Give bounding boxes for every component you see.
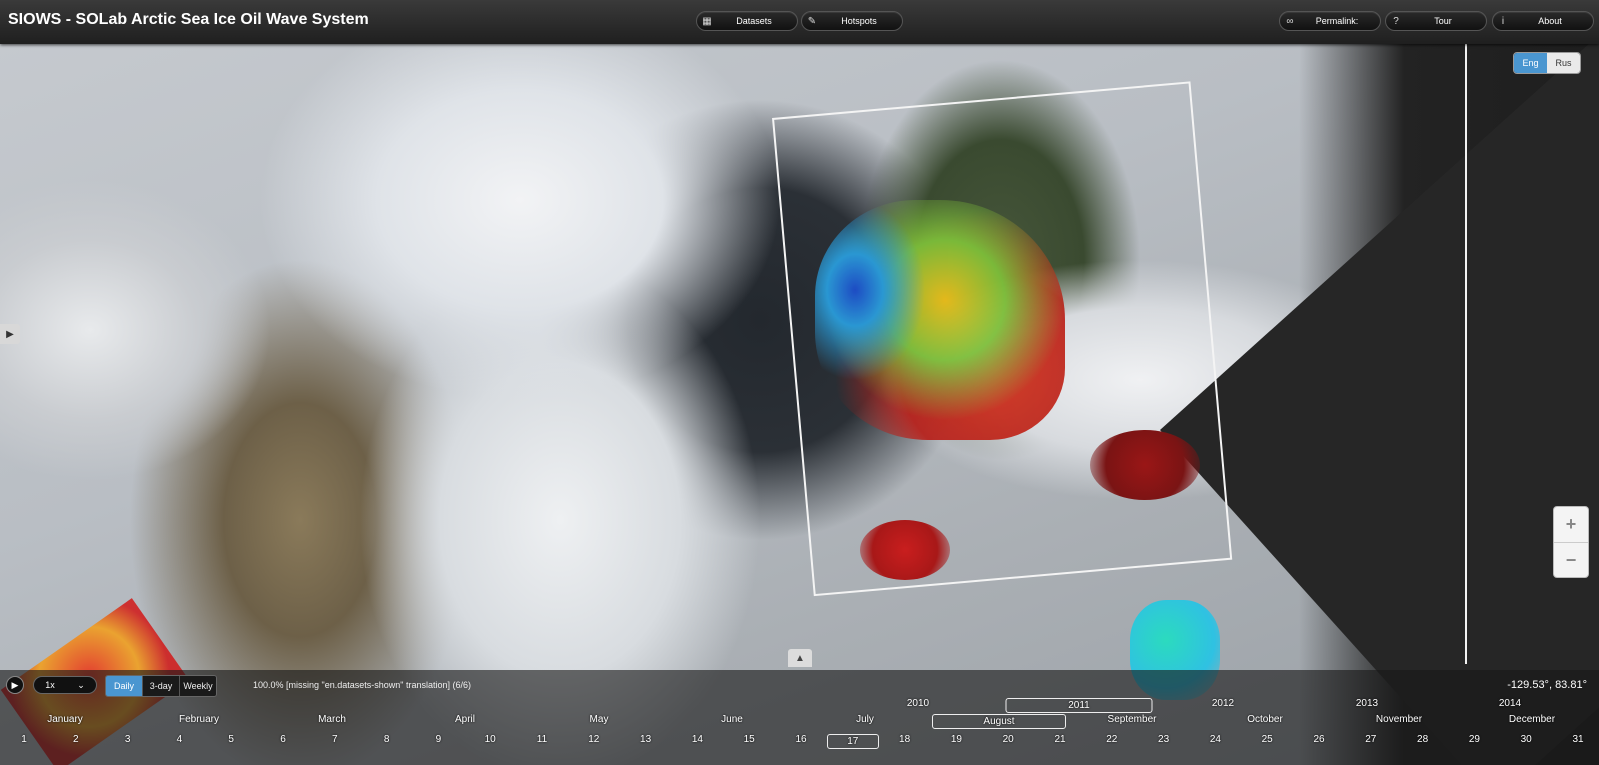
- month-item[interactable]: January: [47, 714, 83, 725]
- month-item[interactable]: September: [1108, 714, 1157, 725]
- timeline-controls: ▶ 1x ⌄ Daily 3-day Weekly 100.0% [missin…: [0, 670, 1599, 700]
- day-item[interactable]: 31: [1572, 734, 1583, 745]
- zoom-control: + −: [1553, 506, 1589, 578]
- language-switch: Eng Rus: [1513, 52, 1581, 74]
- day-item[interactable]: 20: [1003, 734, 1014, 745]
- day-item[interactable]: 4: [177, 734, 183, 745]
- chevron-down-icon: ⌄: [77, 679, 85, 690]
- permalink-button[interactable]: ∞ Permalink:: [1279, 11, 1381, 31]
- zoom-in-button[interactable]: +: [1554, 507, 1588, 543]
- grid-icon: ▦: [702, 15, 712, 27]
- collapse-timeline-button[interactable]: ▲: [788, 649, 812, 667]
- interval-weekly-button[interactable]: Weekly: [180, 676, 216, 696]
- year-item[interactable]: 2014: [1499, 698, 1521, 709]
- day-item[interactable]: 21: [1054, 734, 1065, 745]
- month-item[interactable]: June: [721, 714, 743, 725]
- minus-icon: −: [1565, 550, 1577, 570]
- month-item[interactable]: December: [1509, 714, 1555, 725]
- about-label: About: [1538, 16, 1562, 26]
- wrench-icon: ✎: [807, 15, 817, 27]
- speed-select[interactable]: 1x ⌄: [33, 676, 97, 694]
- day-item[interactable]: 26: [1313, 734, 1324, 745]
- day-item[interactable]: 16: [795, 734, 806, 745]
- year-item[interactable]: 2012: [1212, 698, 1234, 709]
- day-item-selected[interactable]: 17: [826, 734, 879, 749]
- speed-value: 1x: [45, 680, 55, 690]
- day-item[interactable]: 5: [228, 734, 234, 745]
- day-item[interactable]: 28: [1417, 734, 1428, 745]
- month-row: January February March April May June Ju…: [0, 714, 1599, 732]
- expand-panel-button[interactable]: ▶: [0, 324, 20, 344]
- day-item[interactable]: 25: [1262, 734, 1273, 745]
- year-item-selected[interactable]: 2011: [1005, 698, 1153, 713]
- day-item[interactable]: 19: [951, 734, 962, 745]
- day-item[interactable]: 6: [280, 734, 286, 745]
- day-item[interactable]: 24: [1210, 734, 1221, 745]
- day-item[interactable]: 12: [588, 734, 599, 745]
- day-item[interactable]: 10: [485, 734, 496, 745]
- day-row: 1 2 3 4 5 6 7 8 9 10 11 12 13 14 15 16 17 18 19 20 21 22 23 24 2…: [0, 734, 1599, 752]
- day-item[interactable]: 9: [436, 734, 442, 745]
- day-item[interactable]: 7: [332, 734, 338, 745]
- datasets-label: Datasets: [736, 16, 772, 26]
- interval-toggle: Daily 3-day Weekly: [105, 675, 217, 697]
- hotspots-label: Hotspots: [841, 16, 877, 26]
- day-item[interactable]: 13: [640, 734, 651, 745]
- day-item[interactable]: 3: [125, 734, 131, 745]
- day-item[interactable]: 30: [1521, 734, 1532, 745]
- tour-button[interactable]: ? Tour: [1385, 11, 1487, 31]
- datasets-button[interactable]: ▦ Datasets: [696, 11, 798, 31]
- top-toolbar: SIOWS - SOLab Arctic Sea Ice Oil Wave Sy…: [0, 0, 1599, 44]
- month-item[interactable]: October: [1247, 714, 1283, 725]
- month-item-selected[interactable]: August: [932, 714, 1066, 729]
- day-item[interactable]: 15: [744, 734, 755, 745]
- play-button[interactable]: ▶: [6, 676, 24, 694]
- month-item[interactable]: November: [1376, 714, 1422, 725]
- day-item[interactable]: 1: [21, 734, 27, 745]
- chevron-up-icon: ▲: [795, 652, 805, 664]
- day-item[interactable]: 8: [384, 734, 390, 745]
- date-divider-line: [1465, 44, 1467, 664]
- cursor-coordinates: -129.53°, 83.81°: [1507, 679, 1587, 691]
- timeline-panel: ▶ 1x ⌄ Daily 3-day Weekly 100.0% [missin…: [0, 670, 1599, 765]
- permalink-label: Permalink:: [1315, 16, 1359, 26]
- app-title: SIOWS - SOLab Arctic Sea Ice Oil Wave Sy…: [8, 11, 369, 28]
- question-icon: ?: [1393, 15, 1399, 27]
- month-item[interactable]: April: [455, 714, 475, 725]
- month-item[interactable]: February: [179, 714, 219, 725]
- chevron-right-icon: ▶: [6, 328, 14, 340]
- year-item[interactable]: 2013: [1356, 698, 1378, 709]
- month-item[interactable]: May: [590, 714, 609, 725]
- year-item[interactable]: 2010: [907, 698, 929, 709]
- day-item[interactable]: 22: [1106, 734, 1117, 745]
- day-item[interactable]: 14: [692, 734, 703, 745]
- sar-footprint-frame: [772, 81, 1233, 597]
- lang-eng-button[interactable]: Eng: [1514, 53, 1547, 73]
- about-button[interactable]: i About: [1492, 11, 1594, 31]
- link-icon: ∞: [1286, 15, 1294, 27]
- day-item[interactable]: 2: [73, 734, 79, 745]
- info-icon: i: [1501, 15, 1505, 27]
- hotspots-button[interactable]: ✎ Hotspots: [801, 11, 903, 31]
- day-item[interactable]: 11: [537, 734, 547, 745]
- day-item[interactable]: 29: [1469, 734, 1480, 745]
- day-item[interactable]: 18: [899, 734, 910, 745]
- tour-label: Tour: [1434, 16, 1452, 26]
- zoom-out-button[interactable]: −: [1554, 543, 1588, 578]
- play-icon: ▶: [11, 679, 19, 690]
- month-item[interactable]: March: [318, 714, 346, 725]
- interval-3day-button[interactable]: 3-day: [143, 676, 180, 696]
- day-item[interactable]: 27: [1365, 734, 1376, 745]
- month-item[interactable]: July: [856, 714, 874, 725]
- day-item[interactable]: 23: [1158, 734, 1169, 745]
- loading-status: 100.0% [missing "en.datasets-shown" tran…: [253, 680, 471, 690]
- plus-icon: +: [1565, 514, 1577, 534]
- interval-daily-button[interactable]: Daily: [106, 676, 143, 696]
- lang-rus-button[interactable]: Rus: [1547, 53, 1580, 73]
